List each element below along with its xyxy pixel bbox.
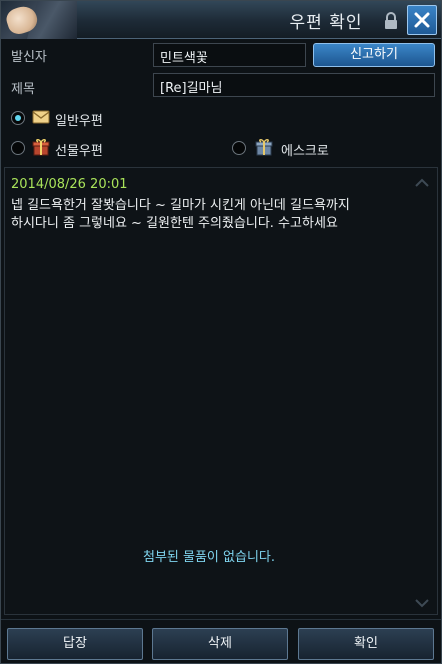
radio-normal-mail[interactable] bbox=[11, 111, 25, 125]
message-timestamp: 2014/08/26 20:01 bbox=[11, 177, 128, 192]
lock-icon[interactable] bbox=[382, 11, 400, 31]
gift-icon bbox=[255, 139, 273, 156]
delete-button[interactable]: 삭제 bbox=[152, 628, 288, 660]
footer-divider bbox=[1, 619, 441, 620]
radio-escrow-mail[interactable] bbox=[232, 141, 246, 155]
chevron-up-icon[interactable] bbox=[414, 177, 430, 189]
reply-button[interactable]: 답장 bbox=[7, 628, 143, 660]
escrow-mail-label: 에스크로 bbox=[281, 144, 329, 159]
mail-view-window: 우편 확인 발신자 민트색꽃 신고하기 제목 [Re]길마님 일반우편 선물우편 bbox=[0, 0, 442, 664]
normal-mail-label: 일반우편 bbox=[55, 114, 103, 129]
character-portrait bbox=[1, 1, 77, 39]
gift-icon bbox=[32, 139, 50, 156]
subject-field: [Re]길마님 bbox=[153, 73, 435, 97]
close-button[interactable] bbox=[407, 5, 437, 35]
chevron-down-icon[interactable] bbox=[414, 597, 430, 609]
message-scrollbar[interactable] bbox=[412, 173, 432, 613]
report-button[interactable]: 신고하기 bbox=[313, 43, 435, 67]
attachment-note: 첨부된 물품이 없습니다. bbox=[143, 550, 275, 565]
sender-field: 민트색꽃 bbox=[153, 43, 306, 67]
gift-mail-label: 선물우편 bbox=[55, 144, 103, 159]
subject-label: 제목 bbox=[11, 82, 35, 97]
title-bar[interactable]: 우편 확인 bbox=[1, 1, 441, 39]
window-title: 우편 확인 bbox=[289, 13, 363, 33]
close-icon bbox=[414, 12, 430, 28]
confirm-button[interactable]: 확인 bbox=[298, 628, 434, 660]
envelope-icon bbox=[32, 110, 50, 124]
sender-label: 발신자 bbox=[11, 50, 47, 65]
message-body: 넵 길드욕한거 잘봣습니다 ~ 길마가 시킨게 아닌데 길드욕까지 하시다니 좀… bbox=[11, 198, 350, 231]
radio-gift-mail[interactable] bbox=[11, 141, 25, 155]
